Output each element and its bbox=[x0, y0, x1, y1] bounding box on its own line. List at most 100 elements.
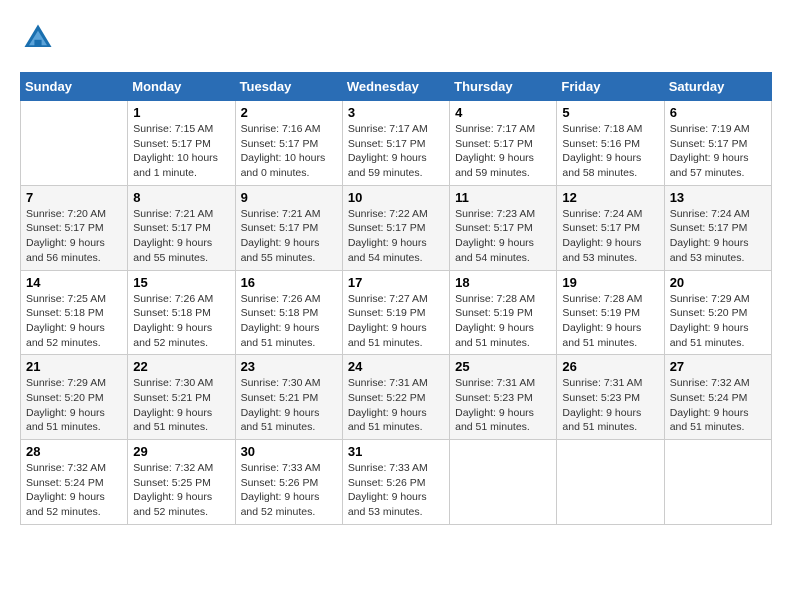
calendar-cell: 2 Sunrise: 7:16 AM Sunset: 5:17 PM Daylig… bbox=[235, 101, 342, 186]
calendar-cell: 3 Sunrise: 7:17 AM Sunset: 5:17 PM Daylig… bbox=[342, 101, 449, 186]
calendar-cell: 23 Sunrise: 7:30 AM Sunset: 5:21 PM Dayli… bbox=[235, 355, 342, 440]
day-info: Sunrise: 7:33 AM Sunset: 5:26 PM Dayligh… bbox=[348, 462, 428, 518]
day-number: 25 bbox=[455, 359, 551, 374]
day-number: 11 bbox=[455, 190, 551, 205]
day-number: 19 bbox=[562, 275, 658, 290]
day-number: 2 bbox=[241, 105, 337, 120]
day-number: 17 bbox=[348, 275, 444, 290]
calendar-cell bbox=[21, 101, 128, 186]
day-number: 3 bbox=[348, 105, 444, 120]
day-number: 8 bbox=[133, 190, 229, 205]
calendar-cell: 1Sunrise: 7:15 AM Sunset: 5:17 PM Daylig… bbox=[128, 101, 235, 186]
day-number: 29 bbox=[133, 444, 229, 459]
day-info: Sunrise: 7:21 AM Sunset: 5:17 PM Dayligh… bbox=[133, 208, 213, 264]
week-row-4: 21Sunrise: 7:29 AM Sunset: 5:20 PM Dayli… bbox=[21, 355, 772, 440]
col-header-friday: Friday bbox=[557, 73, 664, 101]
day-number: 5 bbox=[562, 105, 658, 120]
day-number: 16 bbox=[241, 275, 337, 290]
day-number: 6 bbox=[670, 105, 766, 120]
day-info: Sunrise: 7:29 AM Sunset: 5:20 PM Dayligh… bbox=[670, 293, 750, 349]
calendar-cell bbox=[557, 440, 664, 525]
day-number: 12 bbox=[562, 190, 658, 205]
col-header-wednesday: Wednesday bbox=[342, 73, 449, 101]
calendar-cell: 29 Sunrise: 7:32 AM Sunset: 5:25 PM Dayli… bbox=[128, 440, 235, 525]
day-number: 23 bbox=[241, 359, 337, 374]
calendar-cell: 14 Sunrise: 7:25 AM Sunset: 5:18 PM Dayli… bbox=[21, 270, 128, 355]
column-headers: SundayMondayTuesdayWednesdayThursdayFrid… bbox=[21, 73, 772, 101]
calendar-cell: 26 Sunrise: 7:31 AM Sunset: 5:23 PM Dayli… bbox=[557, 355, 664, 440]
day-number: 13 bbox=[670, 190, 766, 205]
day-number: 28 bbox=[26, 444, 122, 459]
calendar-cell: 31 Sunrise: 7:33 AM Sunset: 5:26 PM Dayli… bbox=[342, 440, 449, 525]
day-info: Sunrise: 7:17 AM Sunset: 5:17 PM Dayligh… bbox=[348, 123, 428, 179]
day-info: Sunrise: 7:31 AM Sunset: 5:23 PM Dayligh… bbox=[562, 377, 642, 433]
day-number: 31 bbox=[348, 444, 444, 459]
calendar-cell: 17 Sunrise: 7:27 AM Sunset: 5:19 PM Dayli… bbox=[342, 270, 449, 355]
week-row-2: 7 Sunrise: 7:20 AM Sunset: 5:17 PM Daylig… bbox=[21, 185, 772, 270]
calendar-cell: 19Sunrise: 7:28 AM Sunset: 5:19 PM Dayli… bbox=[557, 270, 664, 355]
day-number: 26 bbox=[562, 359, 658, 374]
day-info: Sunrise: 7:20 AM Sunset: 5:17 PM Dayligh… bbox=[26, 208, 106, 264]
day-info: Sunrise: 7:16 AM Sunset: 5:17 PM Dayligh… bbox=[241, 123, 326, 179]
calendar-cell: 7 Sunrise: 7:20 AM Sunset: 5:17 PM Daylig… bbox=[21, 185, 128, 270]
calendar-cell: 18 Sunrise: 7:28 AM Sunset: 5:19 PM Dayli… bbox=[450, 270, 557, 355]
day-number: 7 bbox=[26, 190, 122, 205]
calendar-cell: 13 Sunrise: 7:24 AM Sunset: 5:17 PM Dayli… bbox=[664, 185, 771, 270]
day-number: 30 bbox=[241, 444, 337, 459]
day-info: Sunrise: 7:28 AM Sunset: 5:19 PM Dayligh… bbox=[455, 293, 535, 349]
day-info: Sunrise: 7:33 AM Sunset: 5:26 PM Dayligh… bbox=[241, 462, 321, 518]
calendar-cell: 30 Sunrise: 7:33 AM Sunset: 5:26 PM Dayli… bbox=[235, 440, 342, 525]
calendar-cell: 21Sunrise: 7:29 AM Sunset: 5:20 PM Dayli… bbox=[21, 355, 128, 440]
day-info: Sunrise: 7:21 AM Sunset: 5:17 PM Dayligh… bbox=[241, 208, 321, 264]
col-header-monday: Monday bbox=[128, 73, 235, 101]
day-number: 21 bbox=[26, 359, 122, 374]
logo bbox=[20, 20, 62, 56]
day-info: Sunrise: 7:27 AM Sunset: 5:19 PM Dayligh… bbox=[348, 293, 428, 349]
calendar-cell: 20 Sunrise: 7:29 AM Sunset: 5:20 PM Dayli… bbox=[664, 270, 771, 355]
day-number: 10 bbox=[348, 190, 444, 205]
day-info: Sunrise: 7:31 AM Sunset: 5:23 PM Dayligh… bbox=[455, 377, 535, 433]
page-header bbox=[20, 20, 772, 56]
calendar-cell: 22 Sunrise: 7:30 AM Sunset: 5:21 PM Dayli… bbox=[128, 355, 235, 440]
calendar-cell: 24 Sunrise: 7:31 AM Sunset: 5:22 PM Dayli… bbox=[342, 355, 449, 440]
day-info: Sunrise: 7:22 AM Sunset: 5:17 PM Dayligh… bbox=[348, 208, 428, 264]
day-number: 15 bbox=[133, 275, 229, 290]
day-info: Sunrise: 7:24 AM Sunset: 5:17 PM Dayligh… bbox=[670, 208, 750, 264]
col-header-tuesday: Tuesday bbox=[235, 73, 342, 101]
calendar-cell: 8 Sunrise: 7:21 AM Sunset: 5:17 PM Daylig… bbox=[128, 185, 235, 270]
calendar-cell: 6Sunrise: 7:19 AM Sunset: 5:17 PM Daylig… bbox=[664, 101, 771, 186]
day-number: 14 bbox=[26, 275, 122, 290]
calendar-cell bbox=[450, 440, 557, 525]
day-info: Sunrise: 7:32 AM Sunset: 5:25 PM Dayligh… bbox=[133, 462, 213, 518]
day-number: 9 bbox=[241, 190, 337, 205]
day-number: 18 bbox=[455, 275, 551, 290]
col-header-saturday: Saturday bbox=[664, 73, 771, 101]
day-info: Sunrise: 7:24 AM Sunset: 5:17 PM Dayligh… bbox=[562, 208, 642, 264]
calendar-cell: 5 Sunrise: 7:18 AM Sunset: 5:16 PM Daylig… bbox=[557, 101, 664, 186]
day-info: Sunrise: 7:26 AM Sunset: 5:18 PM Dayligh… bbox=[133, 293, 213, 349]
calendar-table: SundayMondayTuesdayWednesdayThursdayFrid… bbox=[20, 72, 772, 525]
day-info: Sunrise: 7:26 AM Sunset: 5:18 PM Dayligh… bbox=[241, 293, 321, 349]
day-info: Sunrise: 7:18 AM Sunset: 5:16 PM Dayligh… bbox=[562, 123, 642, 179]
week-row-3: 14 Sunrise: 7:25 AM Sunset: 5:18 PM Dayli… bbox=[21, 270, 772, 355]
calendar-cell: 16 Sunrise: 7:26 AM Sunset: 5:18 PM Dayli… bbox=[235, 270, 342, 355]
day-number: 24 bbox=[348, 359, 444, 374]
logo-icon bbox=[20, 20, 56, 56]
week-row-5: 28 Sunrise: 7:32 AM Sunset: 5:24 PM Dayli… bbox=[21, 440, 772, 525]
day-number: 4 bbox=[455, 105, 551, 120]
day-number: 20 bbox=[670, 275, 766, 290]
col-header-thursday: Thursday bbox=[450, 73, 557, 101]
calendar-cell: 9 Sunrise: 7:21 AM Sunset: 5:17 PM Daylig… bbox=[235, 185, 342, 270]
day-info: Sunrise: 7:32 AM Sunset: 5:24 PM Dayligh… bbox=[26, 462, 106, 518]
day-info: Sunrise: 7:25 AM Sunset: 5:18 PM Dayligh… bbox=[26, 293, 106, 349]
week-row-1: 1Sunrise: 7:15 AM Sunset: 5:17 PM Daylig… bbox=[21, 101, 772, 186]
calendar-cell: 4Sunrise: 7:17 AM Sunset: 5:17 PM Daylig… bbox=[450, 101, 557, 186]
day-info: Sunrise: 7:32 AM Sunset: 5:24 PM Dayligh… bbox=[670, 377, 750, 433]
calendar-cell: 25 Sunrise: 7:31 AM Sunset: 5:23 PM Dayli… bbox=[450, 355, 557, 440]
calendar-cell: 28 Sunrise: 7:32 AM Sunset: 5:24 PM Dayli… bbox=[21, 440, 128, 525]
day-info: Sunrise: 7:30 AM Sunset: 5:21 PM Dayligh… bbox=[133, 377, 213, 433]
day-info: Sunrise: 7:31 AM Sunset: 5:22 PM Dayligh… bbox=[348, 377, 428, 433]
day-info: Sunrise: 7:30 AM Sunset: 5:21 PM Dayligh… bbox=[241, 377, 321, 433]
day-number: 22 bbox=[133, 359, 229, 374]
calendar-cell: 12 Sunrise: 7:24 AM Sunset: 5:17 PM Dayli… bbox=[557, 185, 664, 270]
